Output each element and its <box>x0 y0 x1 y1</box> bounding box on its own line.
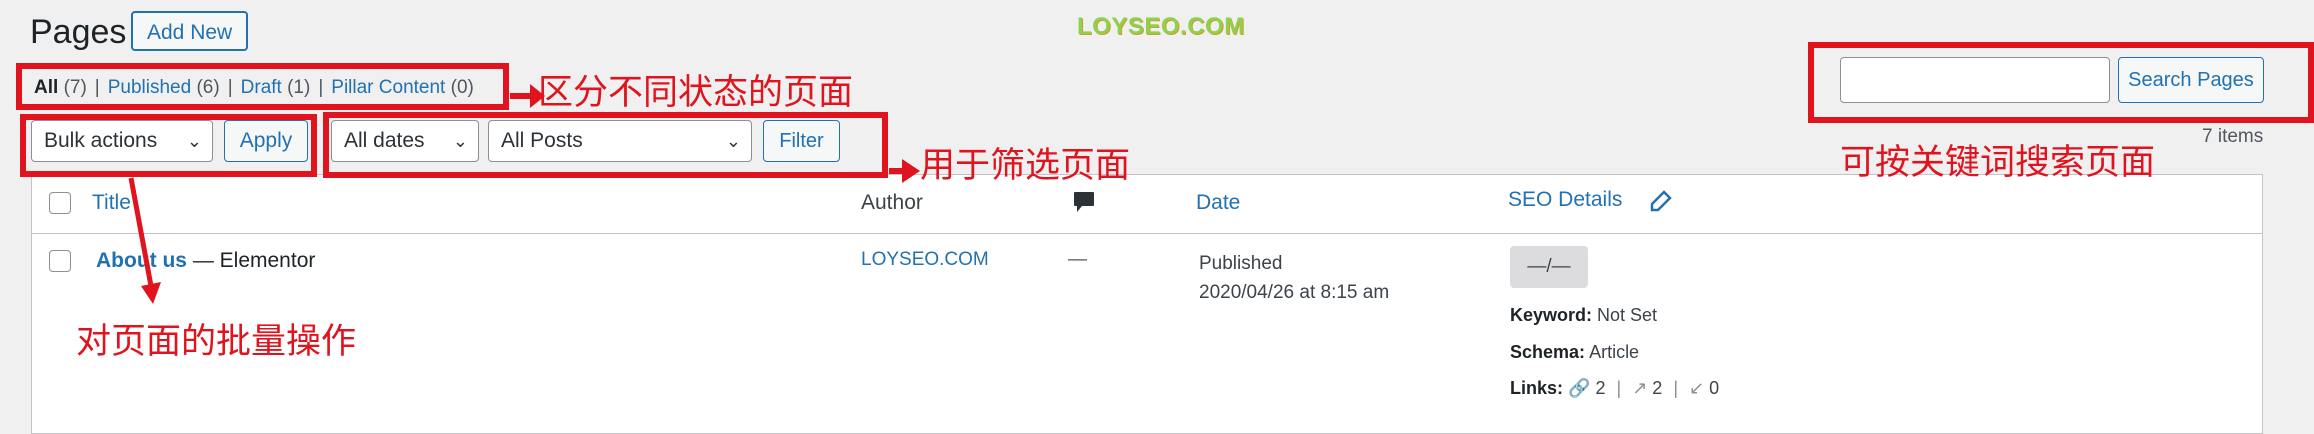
arrow-filter <box>889 159 920 183</box>
annotation-status-label: 区分不同状态的页面 <box>538 73 854 113</box>
annotation-filter-label: 用于筛选页面 <box>920 146 1131 186</box>
arrow-bulk-head <box>141 282 161 304</box>
annotation-search-label: 可按关键词搜索页面 <box>1840 143 2156 183</box>
arrow-bulk <box>128 177 154 287</box>
annotation-bulk-label: 对页面的批量操作 <box>76 322 357 362</box>
